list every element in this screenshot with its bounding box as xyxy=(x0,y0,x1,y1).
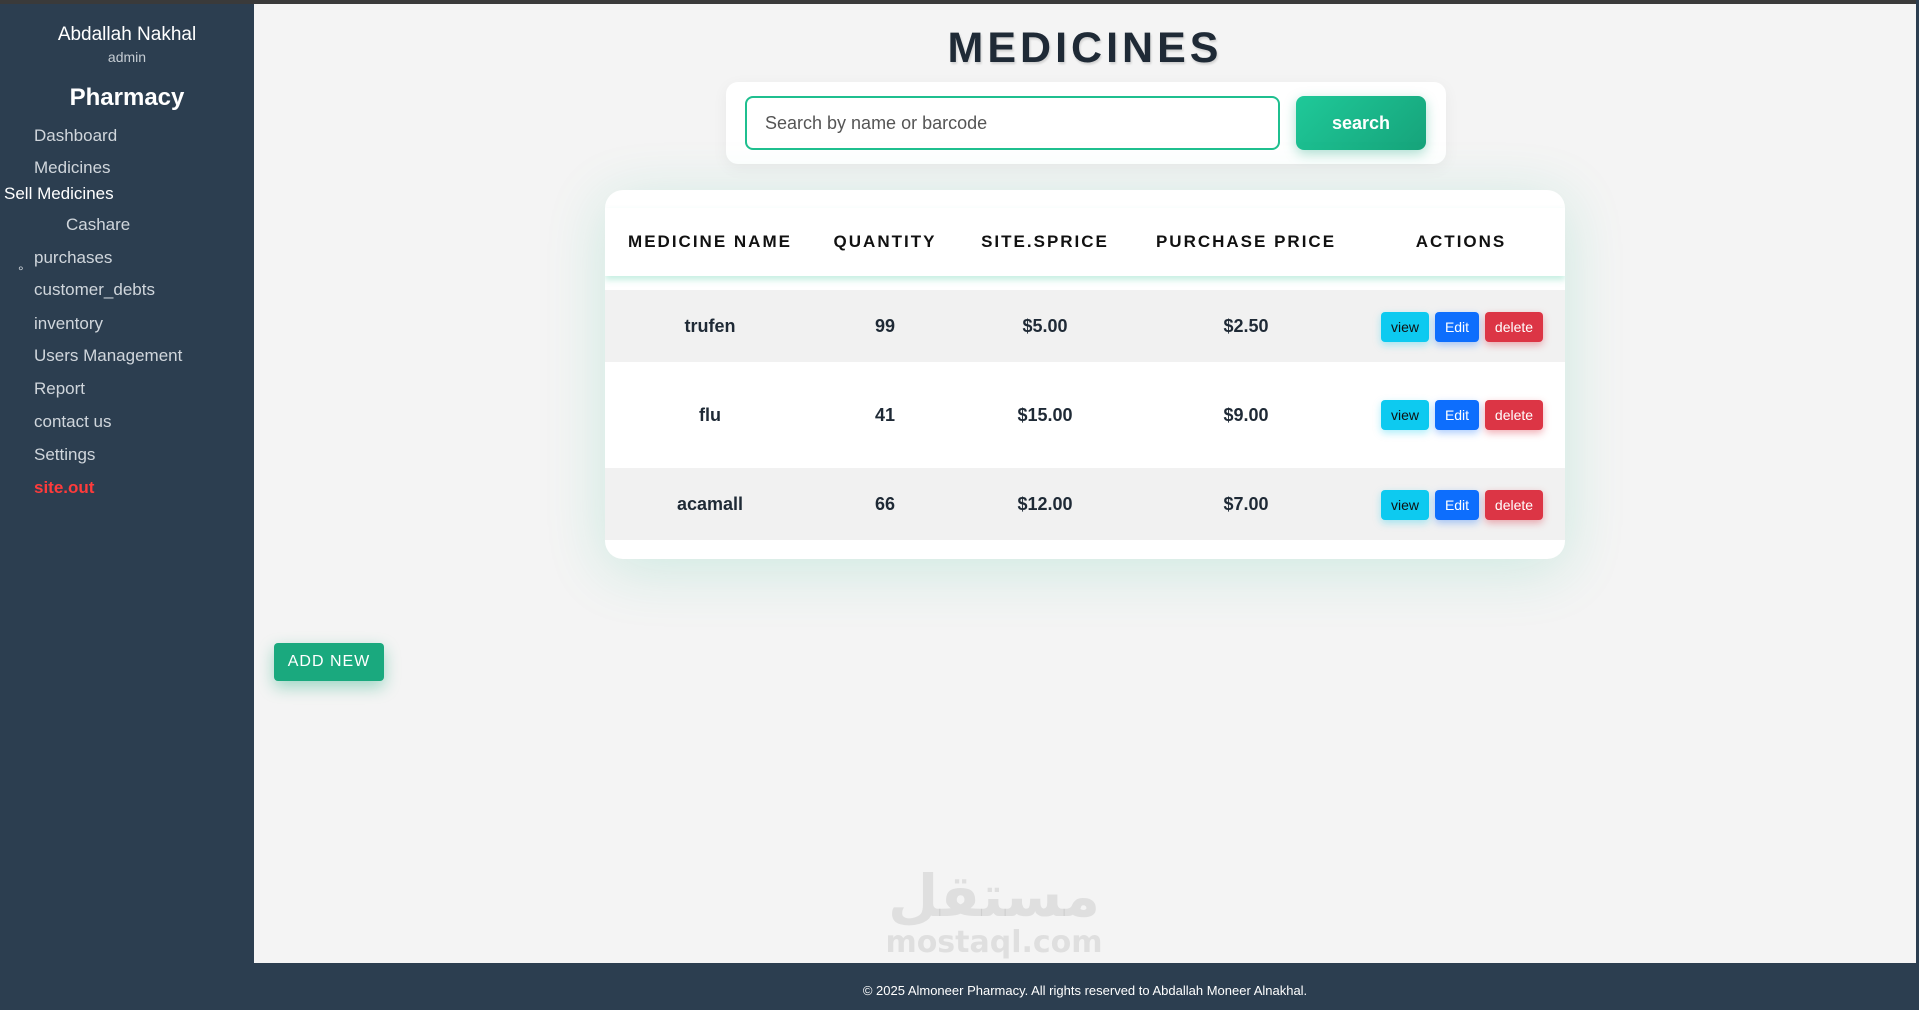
submenu-bullet-icon: ° xyxy=(18,263,24,279)
watermark-arabic: مستقل xyxy=(887,862,1101,930)
cell-sale-price: $15.00 xyxy=(1017,405,1073,425)
cell-sale-price: $5.00 xyxy=(1022,316,1068,336)
add-new-button[interactable]: ADD NEW xyxy=(274,643,384,681)
edit-button[interactable]: Edit xyxy=(1435,490,1479,520)
sidebar-item-cashare[interactable]: Cashare xyxy=(66,215,130,235)
sidebar-item-dashboard[interactable]: Dashboard xyxy=(34,126,117,146)
view-button[interactable]: view xyxy=(1381,312,1429,342)
sidebar-item-inventory[interactable]: inventory xyxy=(34,314,103,334)
edit-button[interactable]: Edit xyxy=(1435,400,1479,430)
user-name: Abdallah Nakhal xyxy=(57,24,197,45)
table-row: flu 41 $15.00 $9.00 view Edit delete xyxy=(605,362,1565,468)
medicines-table: MEDICINE NAME QUANTITY SITE.SPRICE PURCH… xyxy=(605,190,1565,559)
sidebar-item-report[interactable]: Report xyxy=(34,379,85,399)
delete-button[interactable]: delete xyxy=(1485,490,1543,520)
sidebar-item-medicines[interactable]: Medicines xyxy=(34,158,111,178)
sidebar: Abdallah Nakhal admin Pharmacy Dashboard… xyxy=(0,4,254,963)
cell-quantity: 66 xyxy=(874,494,896,514)
brand-title: Pharmacy xyxy=(69,84,185,111)
sidebar-item-sell-medicines[interactable]: Sell Medicines xyxy=(4,184,114,204)
column-header-quantity: QUANTITY xyxy=(833,232,937,251)
watermark-latin: mostaql.com xyxy=(885,925,1103,960)
cell-quantity: 41 xyxy=(874,405,896,425)
column-header-purchase-price: PURCHASE PRICE xyxy=(1155,232,1337,251)
page-title: MEDICINES xyxy=(947,24,1223,72)
sidebar-item-users-management[interactable]: Users Management xyxy=(34,346,182,366)
view-button[interactable]: view xyxy=(1381,490,1429,520)
sidebar-item-contact-us[interactable]: contact us xyxy=(34,412,112,432)
cell-medicine-name: acamall xyxy=(676,494,744,514)
footer-copyright: © 2025 Almoneer Pharmacy. All rights res… xyxy=(862,983,1308,998)
cell-purchase-price: $9.00 xyxy=(1223,405,1269,425)
column-header-medicine-name: MEDICINE NAME xyxy=(628,232,792,251)
search-input[interactable] xyxy=(745,96,1280,150)
sidebar-item-purchases[interactable]: purchases xyxy=(34,248,112,268)
sidebar-item-settings[interactable]: Settings xyxy=(34,445,95,465)
user-role: admin xyxy=(107,49,147,65)
table-header: MEDICINE NAME QUANTITY SITE.SPRICE PURCH… xyxy=(605,208,1565,276)
view-button[interactable]: view xyxy=(1381,400,1429,430)
sidebar-item-customer-debts[interactable]: customer_debts xyxy=(34,280,155,300)
table-row: acamall 66 $12.00 $7.00 view Edit delete xyxy=(605,468,1565,540)
edit-button[interactable]: Edit xyxy=(1435,312,1479,342)
footer: © 2025 Almoneer Pharmacy. All rights res… xyxy=(254,963,1916,1010)
cell-medicine-name: trufen xyxy=(684,316,736,336)
search-bar: search xyxy=(726,82,1446,164)
table-row: trufen 99 $5.00 $2.50 view Edit delete xyxy=(605,290,1565,362)
cell-quantity: 99 xyxy=(874,316,896,336)
cell-sale-price: $12.00 xyxy=(1017,494,1073,514)
cell-purchase-price: $2.50 xyxy=(1223,316,1269,336)
main-content: MEDICINES search MEDICINE NAME QUANTITY … xyxy=(254,4,1916,963)
column-header-sale-price: SITE.SPRICE xyxy=(981,232,1109,251)
cell-purchase-price: $7.00 xyxy=(1223,494,1269,514)
sidebar-item-logout[interactable]: site.out xyxy=(34,478,94,498)
cell-medicine-name: flu xyxy=(699,405,721,425)
column-header-actions: ACTIONS xyxy=(1415,232,1507,251)
search-button[interactable]: search xyxy=(1296,96,1426,150)
delete-button[interactable]: delete xyxy=(1485,400,1543,430)
delete-button[interactable]: delete xyxy=(1485,312,1543,342)
watermark: مستقل mostaql.com xyxy=(844,864,1144,958)
